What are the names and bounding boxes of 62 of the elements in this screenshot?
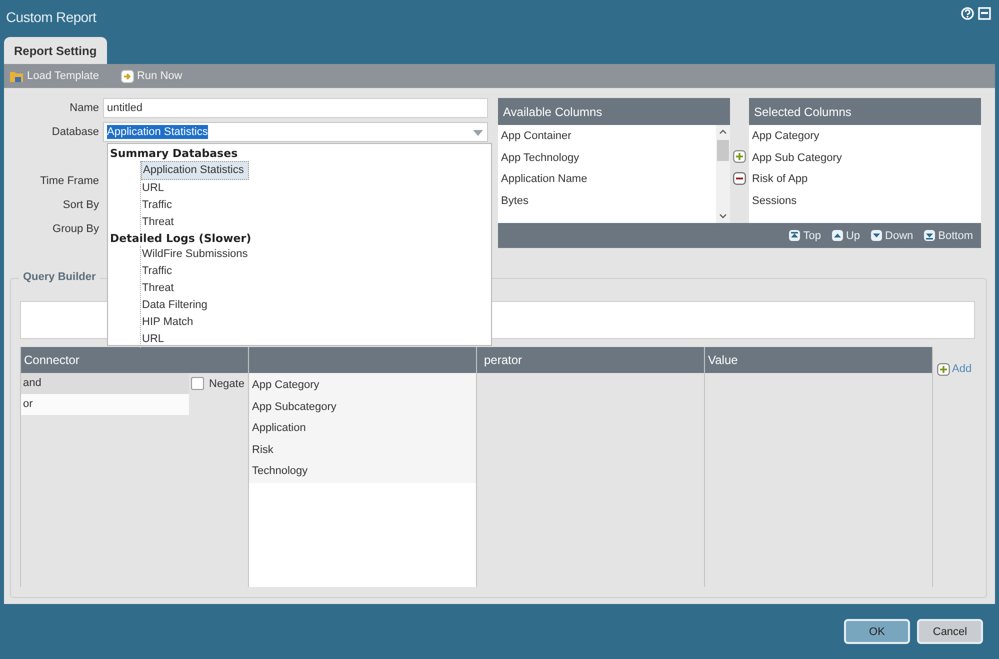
attribute-item[interactable]: Risk	[249, 440, 476, 461]
dropdown-item[interactable]: Threat	[141, 214, 178, 231]
field-label: Group By	[52, 222, 100, 237]
arrow-icon	[120, 70, 134, 82]
dropdown-item[interactable]: Threat	[141, 280, 178, 297]
ok-button[interactable]: OK	[844, 619, 910, 644]
list-item[interactable]: Risk of App	[749, 171, 981, 192]
section-title: Query Builder	[19, 271, 100, 283]
field-label: Time Frame	[39, 174, 100, 189]
database-select[interactable]: Application Statistics	[103, 122, 488, 142]
column-header: Connector	[21, 347, 248, 373]
dropdown-item[interactable]: Data Filtering	[141, 297, 212, 314]
add-icon	[937, 362, 950, 376]
attribute-item[interactable]: Application	[249, 418, 476, 440]
dropdown-item[interactable]: HIP Match	[141, 314, 198, 331]
group-heading: Detailed Logs (Slower)	[110, 231, 252, 246]
top-button[interactable]: Top	[789, 230, 821, 242]
dropdown-item[interactable]: URL	[141, 180, 168, 197]
connector-item[interactable]: or	[21, 394, 189, 415]
minimize-icon[interactable]	[978, 7, 991, 20]
cancel-button[interactable]: Cancel	[917, 619, 983, 644]
dropdown-item[interactable]: Application Statistics	[141, 161, 249, 180]
list-item[interactable]: Application Name	[498, 171, 716, 192]
dropdown-item[interactable]: URL	[141, 331, 168, 348]
dropdown-item[interactable]: Traffic	[141, 263, 176, 280]
checkbox-label: Negate	[209, 378, 244, 390]
list-item[interactable]: Bytes	[498, 192, 716, 214]
up-button[interactable]: Up	[832, 230, 860, 242]
list-item[interactable]: App Container	[498, 128, 716, 150]
caret-icon	[473, 130, 483, 136]
bottom-button[interactable]: Bottom	[924, 230, 973, 242]
connector-item[interactable]: and	[21, 373, 189, 394]
group-heading: Summary Databases	[110, 146, 239, 161]
panel-header: Available Columns	[498, 98, 730, 125]
negate-checkbox[interactable]	[191, 377, 204, 390]
column-header: perator	[477, 347, 704, 373]
dropdown-item[interactable]: WildFire Submissions	[141, 246, 252, 263]
folder-icon	[10, 70, 24, 82]
list-item[interactable]: Sessions	[749, 192, 981, 214]
add-icon[interactable]	[733, 150, 746, 163]
attribute-item[interactable]: Technology	[249, 461, 476, 482]
field-label: Sort By	[62, 198, 100, 213]
report-setting-tab[interactable]: Report Setting	[4, 37, 107, 64]
scrollbar[interactable]	[716, 125, 730, 223]
list-item[interactable]: App Technology	[498, 150, 716, 171]
remove-icon[interactable]	[733, 172, 746, 185]
panel-header: Selected Columns	[749, 98, 981, 125]
field-label: Name	[68, 102, 100, 114]
down-button[interactable]: Down	[871, 230, 914, 242]
window-title: Custom Report	[6, 9, 96, 25]
help-icon[interactable]	[961, 7, 974, 20]
list-item[interactable]: App Sub Category	[749, 150, 981, 171]
list-item[interactable]: App Category	[749, 128, 981, 150]
dropdown-item[interactable]: Traffic	[141, 197, 176, 214]
scroll-down-icon[interactable]	[719, 214, 727, 219]
name-field[interactable]: untitled	[103, 98, 488, 118]
scroll-up-icon[interactable]	[719, 129, 727, 134]
scroll-thumb[interactable]	[717, 140, 729, 161]
field-label: Database	[50, 126, 100, 138]
attribute-item[interactable]: App Subcategory	[249, 396, 476, 418]
attribute-item[interactable]: App Category	[249, 375, 476, 396]
column-header: Value	[705, 347, 932, 373]
